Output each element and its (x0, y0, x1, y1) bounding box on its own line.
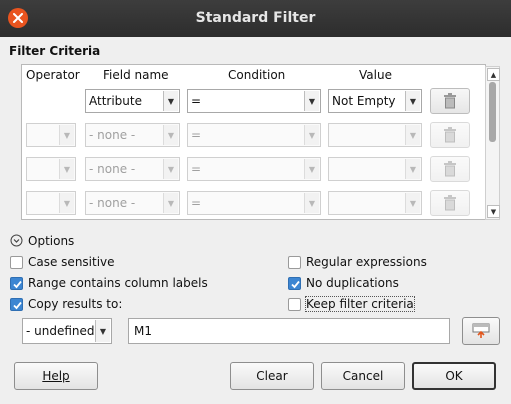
value-select[interactable]: ▼ (328, 123, 422, 147)
trash-icon (444, 161, 456, 177)
copy-target-input[interactable]: M1 (128, 318, 450, 344)
regex-checkbox[interactable] (288, 256, 301, 269)
field-name-select[interactable]: Attribute ▼ (85, 89, 180, 113)
range-labels-label: Range contains column labels (28, 276, 208, 290)
chevron-down-icon: ▼ (405, 91, 420, 111)
keep-filter-checkbox[interactable] (288, 298, 301, 311)
condition-select[interactable]: = ▼ (187, 89, 321, 113)
copy-results-label: Copy results to: (28, 297, 123, 311)
field-name-column-header: Field name (103, 68, 169, 82)
checkmark-icon (13, 280, 22, 289)
field-name-select[interactable]: - none - ▼ (85, 157, 180, 181)
remove-row-button[interactable] (430, 122, 470, 148)
operator-column-header: Operator (26, 68, 80, 82)
shrink-icon (472, 323, 490, 338)
chevron-down-icon: ▼ (59, 193, 74, 213)
no-duplications-checkbox[interactable] (288, 277, 301, 290)
chevron-down-icon: ▼ (405, 159, 420, 179)
help-button[interactable]: Help (14, 362, 98, 390)
value-select[interactable]: ▼ (328, 191, 422, 215)
trash-icon (444, 195, 456, 211)
chevron-down-icon: ▼ (304, 91, 319, 111)
copy-target-select[interactable]: - undefined - ▼ (22, 318, 112, 344)
copy-results-checkbox[interactable] (10, 298, 23, 311)
cancel-button[interactable]: Cancel (321, 362, 405, 390)
remove-row-button[interactable] (430, 156, 470, 182)
field-name-select[interactable]: - none - ▼ (85, 123, 180, 147)
no-duplications-label: No duplications (306, 276, 399, 290)
value-select[interactable]: Not Empty ▼ (328, 89, 422, 113)
chevron-down-icon: ▼ (304, 125, 319, 145)
chevron-down-icon: ▼ (95, 320, 110, 342)
chevron-down-icon: ▼ (59, 159, 74, 179)
remove-row-button[interactable] (430, 190, 470, 216)
value-column-header: Value (359, 68, 392, 82)
ok-button[interactable]: OK (412, 362, 496, 390)
chevron-down-icon: ▼ (304, 159, 319, 179)
chevron-down-icon: ▼ (304, 193, 319, 213)
chevron-down-icon: ▼ (405, 125, 420, 145)
checkmark-icon (291, 280, 300, 289)
chevron-circle-icon (10, 234, 23, 247)
case-sensitive-label: Case sensitive (28, 255, 115, 269)
scroll-up-icon[interactable]: ▲ (487, 68, 500, 81)
chevron-down-icon: ▼ (163, 193, 178, 213)
title-bar: Standard Filter (0, 0, 511, 37)
filter-criteria-heading: Filter Criteria (9, 44, 101, 58)
chevron-down-icon: ▼ (59, 125, 74, 145)
regex-label: Regular expressions (306, 255, 427, 269)
chevron-down-icon: ▼ (405, 193, 420, 213)
range-labels-checkbox[interactable] (10, 277, 23, 290)
operator-select[interactable]: ▼ (26, 157, 76, 181)
condition-select[interactable]: = ▼ (187, 191, 321, 215)
criteria-scrollbar[interactable]: ▲ ▼ (485, 66, 500, 220)
case-sensitive-checkbox[interactable] (10, 256, 23, 269)
trash-icon (444, 127, 456, 143)
chevron-down-icon: ▼ (163, 91, 178, 111)
clear-button[interactable]: Clear (230, 362, 314, 390)
window-title: Standard Filter (195, 10, 316, 26)
scroll-down-icon[interactable]: ▼ (487, 205, 500, 218)
chevron-down-icon: ▼ (163, 159, 178, 179)
keep-filter-label: Keep filter criteria (305, 296, 415, 312)
remove-row-button[interactable] (430, 88, 470, 114)
operator-select[interactable]: ▼ (26, 123, 76, 147)
condition-select[interactable]: = ▼ (187, 123, 321, 147)
condition-select[interactable]: = ▼ (187, 157, 321, 181)
chevron-down-icon: ▼ (163, 125, 178, 145)
condition-column-header: Condition (228, 68, 286, 82)
options-label: Options (28, 234, 75, 248)
value-select[interactable]: ▼ (328, 157, 422, 181)
scrollbar-thumb[interactable] (489, 82, 496, 142)
checkmark-icon (13, 301, 22, 310)
field-name-select[interactable]: - none - ▼ (85, 191, 180, 215)
operator-select[interactable]: ▼ (26, 191, 76, 215)
shrink-dialog-button[interactable] (462, 317, 500, 345)
trash-icon (444, 93, 456, 109)
